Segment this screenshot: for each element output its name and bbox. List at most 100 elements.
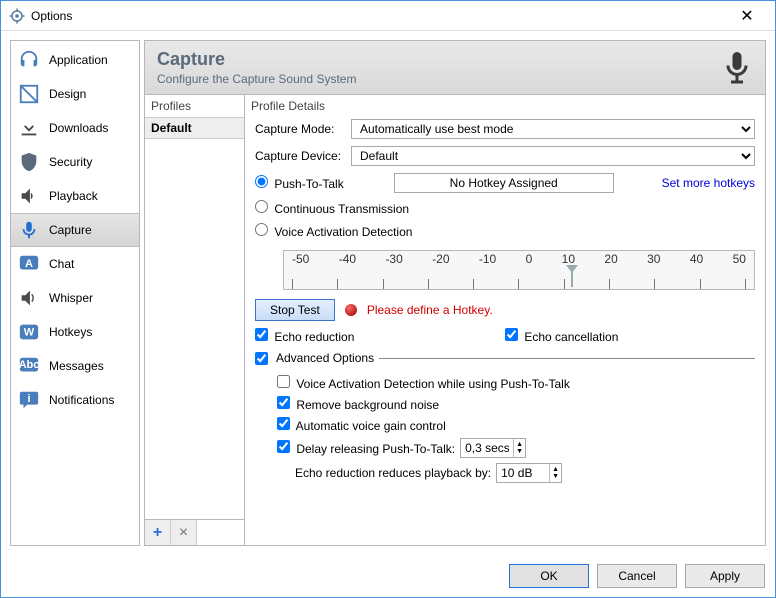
chat-a-icon: A [17,252,41,276]
advanced-options-checkbox[interactable] [255,352,268,365]
gauge-tick-labels: -50-40-30-20-1001020304050 [284,251,754,266]
capture-device-label: Capture Device: [255,149,345,163]
headset-icon [17,48,41,72]
header-microphone-icon [719,49,755,88]
gauge-ticks [292,271,746,289]
page-title: Capture [157,49,356,70]
gauge-slider-handle[interactable] [566,265,578,287]
profiles-actions: + × [145,519,244,545]
vad-gauge[interactable]: -50-40-30-20-1001020304050 [283,250,755,290]
spinner-arrows-icon[interactable]: ▲▼ [514,441,525,455]
advanced-options-group: Voice Activation Detection while using P… [255,375,755,483]
ct-row: Continuous Transmission [255,200,755,216]
ptt-row: Push-To-Talk No Hotkey Assigned Set more… [255,173,755,193]
delay-ptt-checkbox[interactable]: Delay releasing Push-To-Talk: [277,440,455,456]
page-subtitle: Configure the Capture Sound System [157,72,356,86]
profile-details-panel: Profile Details Capture Mode: Automatica… [245,95,765,545]
close-icon[interactable]: ✕ [727,6,767,26]
echo-cancellation-checkbox[interactable]: Echo cancellation [505,328,618,344]
sidebar-item-label: Notifications [49,393,114,407]
spinner-arrows-icon[interactable]: ▲▼ [550,466,561,480]
ct-radio[interactable]: Continuous Transmission [255,200,409,216]
content-area: Profiles Default + × Profile Details Cap… [145,95,765,545]
ptt-radio[interactable]: Push-To-Talk [255,175,344,191]
options-window: Options ✕ Application Design Downloads S… [0,0,776,598]
options-gear-icon [9,8,25,24]
sidebar-item-label: Whisper [49,291,93,305]
vad-while-ptt-checkbox[interactable]: Voice Activation Detection while using P… [277,375,570,391]
sidebar-item-whisper[interactable]: Whisper [11,281,139,315]
sidebar-item-label: Hotkeys [49,325,92,339]
info-balloon-icon: i [17,388,41,412]
page-header: Capture Configure the Capture Sound Syst… [145,41,765,95]
hotkeys-w-icon: W [17,320,41,344]
profiles-list[interactable]: Default [145,117,244,519]
echo-reduce-spinner[interactable]: ▲▼ [496,463,562,483]
delay-ptt-value[interactable] [461,439,513,457]
remove-profile-button[interactable]: × [171,520,197,545]
download-icon [17,116,41,140]
shield-icon [17,150,41,174]
profile-item[interactable]: Default [145,117,244,139]
sidebar-item-label: Messages [49,359,104,373]
ok-button[interactable]: OK [509,564,589,588]
svg-text:A: A [25,258,33,270]
sidebar-item-security[interactable]: Security [11,145,139,179]
sidebar-item-label: Security [49,155,92,169]
capture-device-select[interactable]: Default [351,146,755,166]
sidebar-item-design[interactable]: Design [11,77,139,111]
microphone-icon [17,218,41,242]
design-icon [17,82,41,106]
stop-test-button[interactable]: Stop Test [255,299,335,321]
main-panel: Capture Configure the Capture Sound Syst… [144,40,766,546]
sidebar-item-messages[interactable]: Abc Messages [11,349,139,383]
capture-mode-row: Capture Mode: Automatically use best mod… [255,119,755,139]
echo-reduce-value[interactable] [497,464,549,482]
sidebar-item-label: Downloads [49,121,108,135]
echo-reduce-playback-label: Echo reduction reduces playback by: [295,466,491,480]
profiles-heading: Profiles [145,95,244,117]
sidebar-item-chat[interactable]: A Chat [11,247,139,281]
whisper-icon [17,286,41,310]
hotkey-field[interactable]: No Hotkey Assigned [394,173,614,193]
window-title: Options [31,9,727,23]
cancel-button[interactable]: Cancel [597,564,677,588]
error-dot-icon [345,304,357,316]
sidebar-item-label: Capture [49,223,92,237]
speaker-icon [17,184,41,208]
profile-details-heading: Profile Details [245,95,765,117]
sidebar-item-capture[interactable]: Capture [11,213,139,247]
svg-text:W: W [24,327,35,339]
agc-checkbox[interactable]: Automatic voice gain control [277,417,446,433]
vad-radio[interactable]: Voice Activation Detection [255,223,412,239]
capture-mode-select[interactable]: Automatically use best mode [351,119,755,139]
echo-reduction-checkbox[interactable]: Echo reduction [255,328,354,344]
sidebar: Application Design Downloads Security Pl… [10,40,140,546]
messages-abc-icon: Abc [17,354,41,378]
sidebar-item-hotkeys[interactable]: W Hotkeys [11,315,139,349]
sidebar-item-downloads[interactable]: Downloads [11,111,139,145]
titlebar: Options ✕ [1,1,775,31]
advanced-options-toggle[interactable]: Advanced Options [255,351,755,365]
sidebar-item-label: Application [49,53,108,67]
error-text: Please define a Hotkey. [367,303,493,317]
apply-button[interactable]: Apply [685,564,765,588]
capture-mode-label: Capture Mode: [255,122,345,136]
delay-ptt-spinner[interactable]: ▲▼ [460,438,526,458]
add-profile-button[interactable]: + [145,520,171,545]
sidebar-item-application[interactable]: Application [11,43,139,77]
capture-device-row: Capture Device: Default [255,146,755,166]
remove-bg-noise-checkbox[interactable]: Remove background noise [277,396,439,412]
set-more-hotkeys-link[interactable]: Set more hotkeys [662,176,755,190]
sidebar-item-notifications[interactable]: i Notifications [11,383,139,417]
divider [379,358,755,359]
profiles-panel: Profiles Default + × [145,95,245,545]
dialog-footer: OK Cancel Apply [1,555,775,597]
svg-text:Abc: Abc [19,359,40,371]
sidebar-item-label: Playback [49,189,98,203]
advanced-options-label: Advanced Options [276,351,374,365]
vad-row: Voice Activation Detection [255,223,755,239]
sidebar-item-playback[interactable]: Playback [11,179,139,213]
details-form: Capture Mode: Automatically use best mod… [245,117,765,489]
window-body: Application Design Downloads Security Pl… [1,31,775,555]
